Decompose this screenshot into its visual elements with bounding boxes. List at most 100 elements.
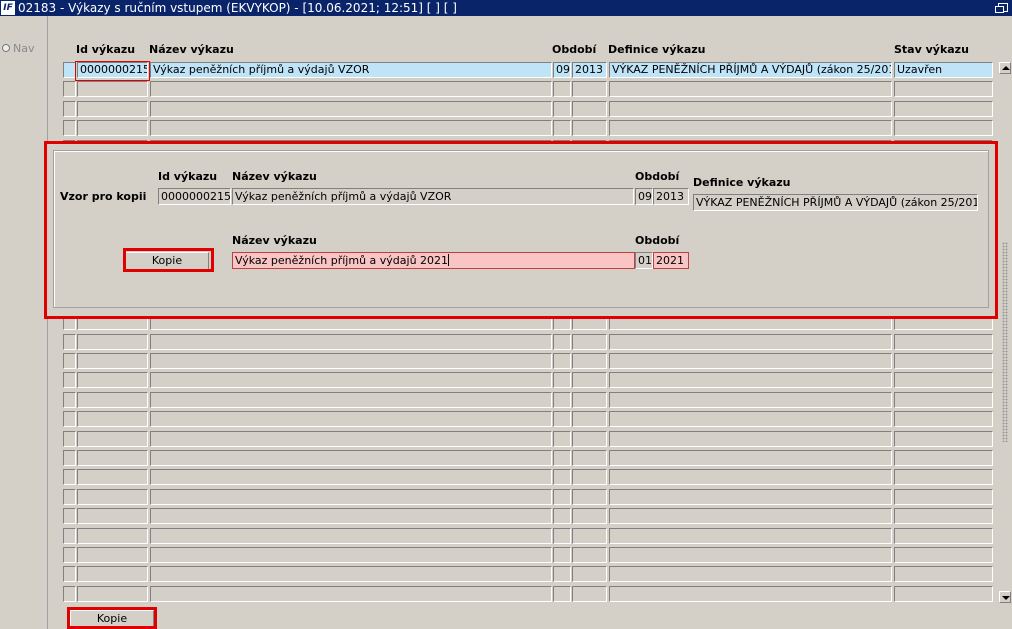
id-cell[interactable]: [77, 392, 148, 408]
definition-cell[interactable]: [609, 586, 892, 602]
name-cell[interactable]: [150, 101, 552, 117]
restore-window-icon[interactable]: [995, 3, 1008, 13]
definition-cell[interactable]: [609, 392, 892, 408]
year-cell[interactable]: [572, 547, 607, 563]
id-cell[interactable]: [77, 508, 148, 524]
definition-cell[interactable]: [609, 547, 892, 563]
year-cell[interactable]: [572, 469, 607, 485]
status-cell[interactable]: [894, 528, 993, 544]
id-cell[interactable]: [77, 566, 148, 582]
year-cell[interactable]: [572, 81, 607, 97]
month-cell[interactable]: [553, 101, 571, 117]
id-cell[interactable]: [77, 372, 148, 388]
row-selector[interactable]: [63, 469, 76, 485]
status-cell[interactable]: [894, 120, 993, 136]
status-cell[interactable]: [894, 431, 993, 447]
id-cell[interactable]: [77, 586, 148, 602]
year-cell[interactable]: [572, 450, 607, 466]
year-cell[interactable]: [572, 508, 607, 524]
month-cell[interactable]: [553, 411, 571, 427]
year-cell[interactable]: [572, 411, 607, 427]
year-cell[interactable]: [572, 101, 607, 117]
nav-radio-icon[interactable]: [2, 44, 10, 52]
year-cell[interactable]: [572, 353, 607, 369]
id-cell[interactable]: 0000000215: [77, 62, 148, 78]
new-month-input[interactable]: 01: [635, 252, 653, 269]
month-cell[interactable]: [553, 372, 571, 388]
definition-cell[interactable]: [609, 450, 892, 466]
status-cell[interactable]: [894, 81, 993, 97]
month-cell[interactable]: [553, 120, 571, 136]
row-selector[interactable]: [63, 334, 76, 350]
row-selector[interactable]: [63, 586, 76, 602]
year-cell[interactable]: [572, 586, 607, 602]
year-cell[interactable]: [572, 372, 607, 388]
month-cell[interactable]: [553, 353, 571, 369]
status-cell[interactable]: [894, 586, 993, 602]
name-cell[interactable]: [150, 547, 552, 563]
name-cell[interactable]: [150, 392, 552, 408]
row-selector[interactable]: [63, 489, 76, 505]
name-cell[interactable]: [150, 120, 552, 136]
month-cell[interactable]: [553, 566, 571, 582]
row-selector[interactable]: [63, 392, 76, 408]
row-selector[interactable]: [63, 62, 76, 78]
row-selector[interactable]: [63, 547, 76, 563]
id-cell[interactable]: [77, 101, 148, 117]
name-cell[interactable]: [150, 81, 552, 97]
definition-cell[interactable]: [609, 101, 892, 117]
year-cell[interactable]: [572, 489, 607, 505]
year-cell[interactable]: [572, 120, 607, 136]
name-cell[interactable]: [150, 508, 552, 524]
month-cell[interactable]: [553, 586, 571, 602]
year-cell[interactable]: [572, 528, 607, 544]
row-selector[interactable]: [63, 101, 76, 117]
status-cell[interactable]: [894, 411, 993, 427]
row-selector[interactable]: [63, 566, 76, 582]
row-selector[interactable]: [63, 372, 76, 388]
month-cell[interactable]: [553, 334, 571, 350]
month-cell[interactable]: [553, 431, 571, 447]
name-cell[interactable]: [150, 353, 552, 369]
definition-cell[interactable]: [609, 81, 892, 97]
id-cell[interactable]: [77, 547, 148, 563]
year-cell[interactable]: 2013: [572, 62, 607, 78]
status-cell[interactable]: [894, 566, 993, 582]
year-cell[interactable]: [572, 566, 607, 582]
id-cell[interactable]: [77, 353, 148, 369]
row-selector[interactable]: [63, 353, 76, 369]
new-year-input[interactable]: 2021: [653, 252, 689, 269]
status-cell[interactable]: [894, 392, 993, 408]
year-cell[interactable]: [572, 431, 607, 447]
id-cell[interactable]: [77, 431, 148, 447]
month-cell[interactable]: [553, 81, 571, 97]
definition-cell[interactable]: [609, 120, 892, 136]
name-cell[interactable]: [150, 489, 552, 505]
name-cell[interactable]: [150, 469, 552, 485]
definition-cell[interactable]: [609, 372, 892, 388]
id-cell[interactable]: [77, 489, 148, 505]
row-selector[interactable]: [63, 528, 76, 544]
month-cell[interactable]: [553, 528, 571, 544]
month-cell[interactable]: [553, 547, 571, 563]
name-cell[interactable]: [150, 450, 552, 466]
definition-cell[interactable]: [609, 489, 892, 505]
status-cell[interactable]: [894, 547, 993, 563]
id-cell[interactable]: [77, 120, 148, 136]
row-selector[interactable]: [63, 81, 76, 97]
scroll-down-icon[interactable]: [999, 591, 1011, 603]
footer-copy-button[interactable]: Kopie: [70, 610, 154, 628]
name-cell[interactable]: [150, 586, 552, 602]
new-name-input[interactable]: Výkaz peněžních příjmů a výdajů 2021: [232, 252, 635, 269]
name-cell[interactable]: [150, 411, 552, 427]
row-selector[interactable]: [63, 431, 76, 447]
status-cell[interactable]: Uzavřen: [894, 62, 993, 78]
month-cell[interactable]: [553, 392, 571, 408]
definition-cell[interactable]: [609, 508, 892, 524]
popup-copy-button[interactable]: Kopie: [125, 252, 209, 270]
name-cell[interactable]: [150, 334, 552, 350]
month-cell[interactable]: [553, 450, 571, 466]
month-cell[interactable]: [553, 489, 571, 505]
name-cell[interactable]: Výkaz peněžních příjmů a výdajů VZOR: [150, 62, 552, 78]
year-cell[interactable]: [572, 392, 607, 408]
